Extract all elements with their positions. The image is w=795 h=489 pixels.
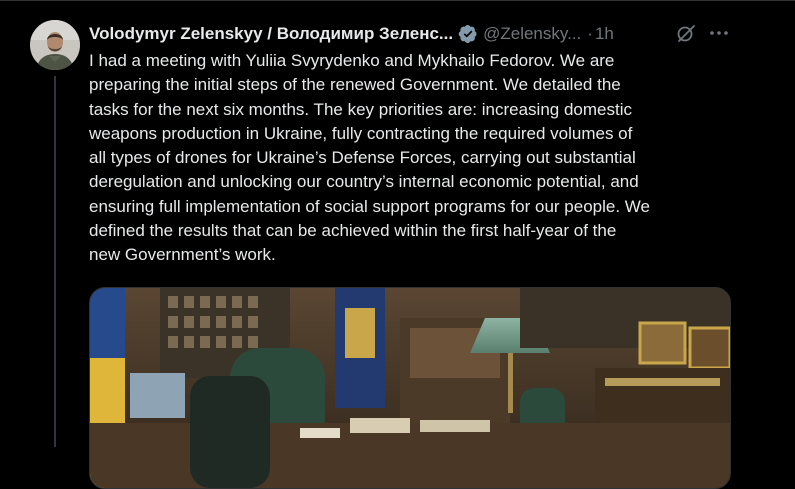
more-options-icon[interactable] <box>708 23 730 43</box>
tweet-photo[interactable] <box>89 287 731 489</box>
grok-translate-icon[interactable] <box>676 23 696 43</box>
office-meeting-photo-icon <box>90 288 730 488</box>
tweet-text: I had a meeting with Yuliia Svyrydenko a… <box>89 51 650 265</box>
avatar[interactable] <box>30 20 80 70</box>
verified-badge-icon[interactable] <box>458 24 478 44</box>
tweet[interactable]: Volodymyr Zelenskyy / Володимир Зеленс..… <box>0 0 795 489</box>
thread-line <box>54 76 56 447</box>
author-display-name[interactable]: Volodymyr Zelenskyy / Володимир Зеленс..… <box>89 23 453 45</box>
separator-dot: · <box>587 24 593 43</box>
divider <box>0 0 795 1</box>
timestamp[interactable]: 1h <box>595 23 614 45</box>
avatar-photo-icon <box>30 20 80 70</box>
author-handle[interactable]: @Zelensky... <box>483 23 581 45</box>
